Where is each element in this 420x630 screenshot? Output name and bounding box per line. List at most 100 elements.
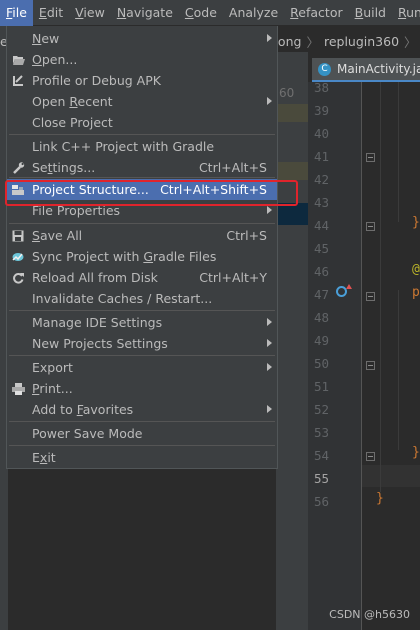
code-token: } — [412, 215, 420, 230]
menu-item-label: Profile or Debug APK — [32, 73, 161, 88]
line-number: 39 — [313, 103, 329, 118]
line-number: 40 — [313, 126, 329, 141]
print-icon — [12, 383, 25, 395]
line-number: 51 — [313, 379, 329, 394]
menu-item-label: Invalidate Caches / Restart... — [32, 291, 213, 306]
submenu-arrow-icon — [267, 97, 272, 105]
menu-view[interactable]: View — [69, 0, 111, 26]
menu-edit[interactable]: Edit — [33, 0, 69, 26]
menu-item-label: Link C++ Project with Gradle — [32, 139, 215, 154]
project-panel-row-highlight — [276, 162, 308, 180]
menu-item-add-to-favorites[interactable]: Add to Favorites — [7, 399, 277, 420]
menu-item-label: Sync Project with Gradle Files — [32, 249, 217, 264]
breadcrumb-item[interactable]: replugin360 — [324, 34, 399, 49]
line-number: 38 — [313, 80, 329, 95]
background-fragment-line: 60 — [279, 86, 295, 100]
line-number: 50 — [313, 356, 329, 371]
menu-item-label: Print... — [32, 381, 73, 396]
menu-item-label: Exit — [32, 450, 56, 465]
menu-item-shortcut: Ctrl+S — [226, 228, 267, 243]
menu-item-close-project[interactable]: Close Project — [7, 112, 277, 133]
menu-item-profile-or-debug-apk[interactable]: Profile or Debug APK — [7, 70, 277, 91]
menu-item-power-save-mode[interactable]: Power Save Mode — [7, 423, 277, 444]
line-number: 47 — [313, 287, 329, 302]
menu-item-exit[interactable]: Exit — [7, 447, 277, 468]
menu-separator — [9, 355, 275, 356]
menu-analyze[interactable]: Analyze — [223, 0, 284, 26]
line-number: 52 — [313, 402, 329, 417]
menu-run[interactable]: Run — [392, 0, 420, 26]
menu-navigate[interactable]: Navigate — [111, 0, 179, 26]
reload-icon — [12, 272, 25, 284]
menu-item-new[interactable]: New — [7, 28, 277, 49]
menu-item-label: Power Save Mode — [32, 426, 143, 441]
menu-item-shortcut: Ctrl+Alt+Y — [199, 270, 267, 285]
menu-item-label: New — [32, 31, 60, 46]
line-number: 53 — [313, 425, 329, 440]
menu-item-label: Add to Favorites — [32, 402, 134, 417]
current-line-highlight — [362, 465, 420, 487]
project-panel-row-selected — [276, 203, 308, 225]
line-number: 46 — [313, 264, 329, 279]
line-number: 45 — [313, 241, 329, 256]
profile-apk-icon — [12, 75, 25, 87]
project-panel-background — [276, 52, 308, 630]
indent-guide — [380, 82, 381, 492]
submenu-arrow-icon — [267, 363, 272, 371]
menu-item-settings[interactable]: Settings... Ctrl+Alt+S — [7, 157, 277, 178]
line-number: 56 — [313, 494, 329, 509]
line-number: 42 — [313, 172, 329, 187]
code-editor[interactable] — [362, 82, 420, 630]
menu-item-manage-ide-settings[interactable]: Manage IDE Settings — [7, 312, 277, 333]
fold-toggle-icon[interactable] — [366, 222, 375, 231]
submenu-arrow-icon — [267, 405, 272, 413]
breadcrumb: hong 〉 replugin360 〉 — [270, 30, 420, 52]
code-token: @ — [412, 262, 420, 277]
menu-item-open[interactable]: Open... — [7, 49, 277, 70]
indent-guide — [398, 290, 399, 450]
menu-item-export[interactable]: Export — [7, 357, 277, 378]
menu-item-label: Manage IDE Settings — [32, 315, 163, 330]
fold-toggle-icon[interactable] — [366, 452, 375, 461]
menu-separator — [9, 134, 275, 135]
folder-open-icon — [12, 54, 25, 66]
code-token: } — [376, 491, 384, 506]
menu-item-link-c-project-with-gradle[interactable]: Link C++ Project with Gradle — [7, 136, 277, 157]
menu-item-open-recent[interactable]: Open Recent — [7, 91, 277, 112]
code-token: p — [412, 285, 420, 300]
indent-guide — [398, 82, 399, 222]
line-number: 44 — [313, 218, 329, 233]
menu-separator — [9, 177, 275, 178]
menu-item-label: Open Recent — [32, 94, 113, 109]
menu-item-invalidate-caches-restart[interactable]: Invalidate Caches / Restart... — [7, 288, 277, 309]
menu-item-label: Reload All from Disk — [32, 270, 158, 285]
fold-toggle-icon[interactable] — [366, 361, 375, 370]
menu-item-label: New Projects Settings — [32, 336, 168, 351]
menu-item-new-projects-settings[interactable]: New Projects Settings — [7, 333, 277, 354]
save-icon — [12, 230, 25, 242]
watermark: CSDN @h5630 — [329, 608, 410, 621]
menu-refactor[interactable]: Refactor — [284, 0, 348, 26]
override-arrow-icon — [346, 284, 352, 289]
line-number: 49 — [313, 333, 329, 348]
gradle-sync-icon — [12, 251, 25, 263]
menu-file[interactable]: File — [0, 0, 33, 26]
menu-item-print[interactable]: Print... — [7, 378, 277, 399]
line-number: 54 — [313, 448, 329, 463]
fold-toggle-icon[interactable] — [366, 153, 375, 162]
fold-toggle-icon[interactable] — [366, 292, 375, 301]
code-token: } — [412, 445, 420, 460]
menu-item-reload-all-from-disk[interactable]: Reload All from Disk Ctrl+Alt+Y — [7, 267, 277, 288]
line-number: 55 — [313, 471, 329, 486]
menu-item-save-all[interactable]: Save All Ctrl+S — [7, 225, 277, 246]
menu-build[interactable]: Build — [349, 0, 392, 26]
menu-separator — [9, 421, 275, 422]
menu-item-sync-project-with-gradle-files[interactable]: Sync Project with Gradle Files — [7, 246, 277, 267]
file-menu-dropdown: New Open... Profile or Debug APK Open Recen… — [6, 26, 278, 469]
annotation-highlight-box — [5, 180, 298, 206]
submenu-arrow-icon — [267, 34, 272, 42]
tab-main-activity[interactable]: C MainActivity.java — [312, 58, 420, 82]
menu-item-label: Save All — [32, 228, 83, 243]
breadcrumb-separator-icon: 〉 — [306, 34, 319, 50]
menu-code[interactable]: Code — [179, 0, 223, 26]
